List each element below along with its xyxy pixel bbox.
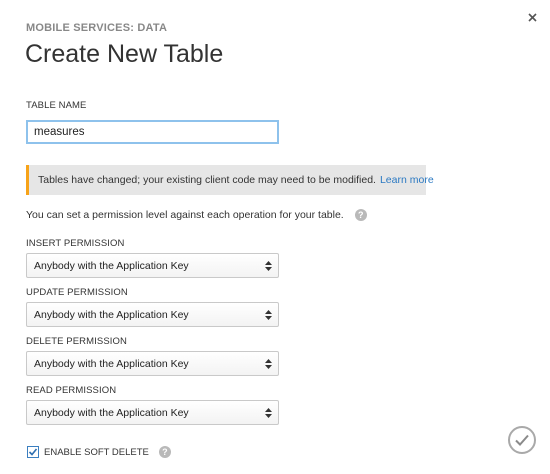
table-name-label: TABLE NAME xyxy=(26,100,87,111)
notice-text: Tables have changed; your existing clien… xyxy=(38,174,376,186)
close-button[interactable] xyxy=(523,8,541,26)
confirm-button[interactable] xyxy=(508,426,536,454)
delete-permission-label: DELETE PERMISSION xyxy=(26,336,127,347)
breadcrumb: MOBILE SERVICES: DATA xyxy=(26,22,168,34)
checkmark-icon xyxy=(515,434,529,446)
create-table-dialog: MOBILE SERVICES: DATA Create New Table T… xyxy=(0,0,550,474)
insert-permission-label: INSERT PERMISSION xyxy=(26,238,125,249)
delete-permission-select[interactable]: Anybody with the Application Key xyxy=(26,351,279,376)
update-permission-label: UPDATE PERMISSION xyxy=(26,287,128,298)
read-permission-select[interactable]: Anybody with the Application Key xyxy=(26,400,279,425)
soft-delete-option: ENABLE SOFT DELETE ? xyxy=(27,446,171,458)
read-permission-label: READ PERMISSION xyxy=(26,385,117,396)
select-arrows-icon xyxy=(265,359,272,369)
table-name-input[interactable] xyxy=(26,120,279,144)
select-arrows-icon xyxy=(265,310,272,320)
update-permission-value: Anybody with the Application Key xyxy=(34,308,189,321)
checkmark-icon xyxy=(28,448,38,456)
update-permission-select[interactable]: Anybody with the Application Key xyxy=(26,302,279,327)
select-arrows-icon xyxy=(265,408,272,418)
page-title: Create New Table xyxy=(25,40,224,68)
soft-delete-checkbox[interactable] xyxy=(27,446,39,458)
soft-delete-label: ENABLE SOFT DELETE xyxy=(44,446,149,458)
insert-permission-select[interactable]: Anybody with the Application Key xyxy=(26,253,279,278)
learn-more-link[interactable]: Learn more xyxy=(380,174,434,186)
insert-permission-value: Anybody with the Application Key xyxy=(34,259,189,272)
delete-permission-value: Anybody with the Application Key xyxy=(34,357,189,370)
close-icon xyxy=(527,12,537,22)
schema-change-notice: Tables have changed; your existing clien… xyxy=(26,165,434,195)
help-icon[interactable]: ? xyxy=(354,209,367,221)
permission-intro: You can set a permission level against e… xyxy=(26,209,367,221)
select-arrows-icon xyxy=(265,261,272,271)
help-icon[interactable]: ? xyxy=(158,446,171,458)
permission-intro-text: You can set a permission level against e… xyxy=(26,209,344,221)
read-permission-value: Anybody with the Application Key xyxy=(34,406,189,419)
